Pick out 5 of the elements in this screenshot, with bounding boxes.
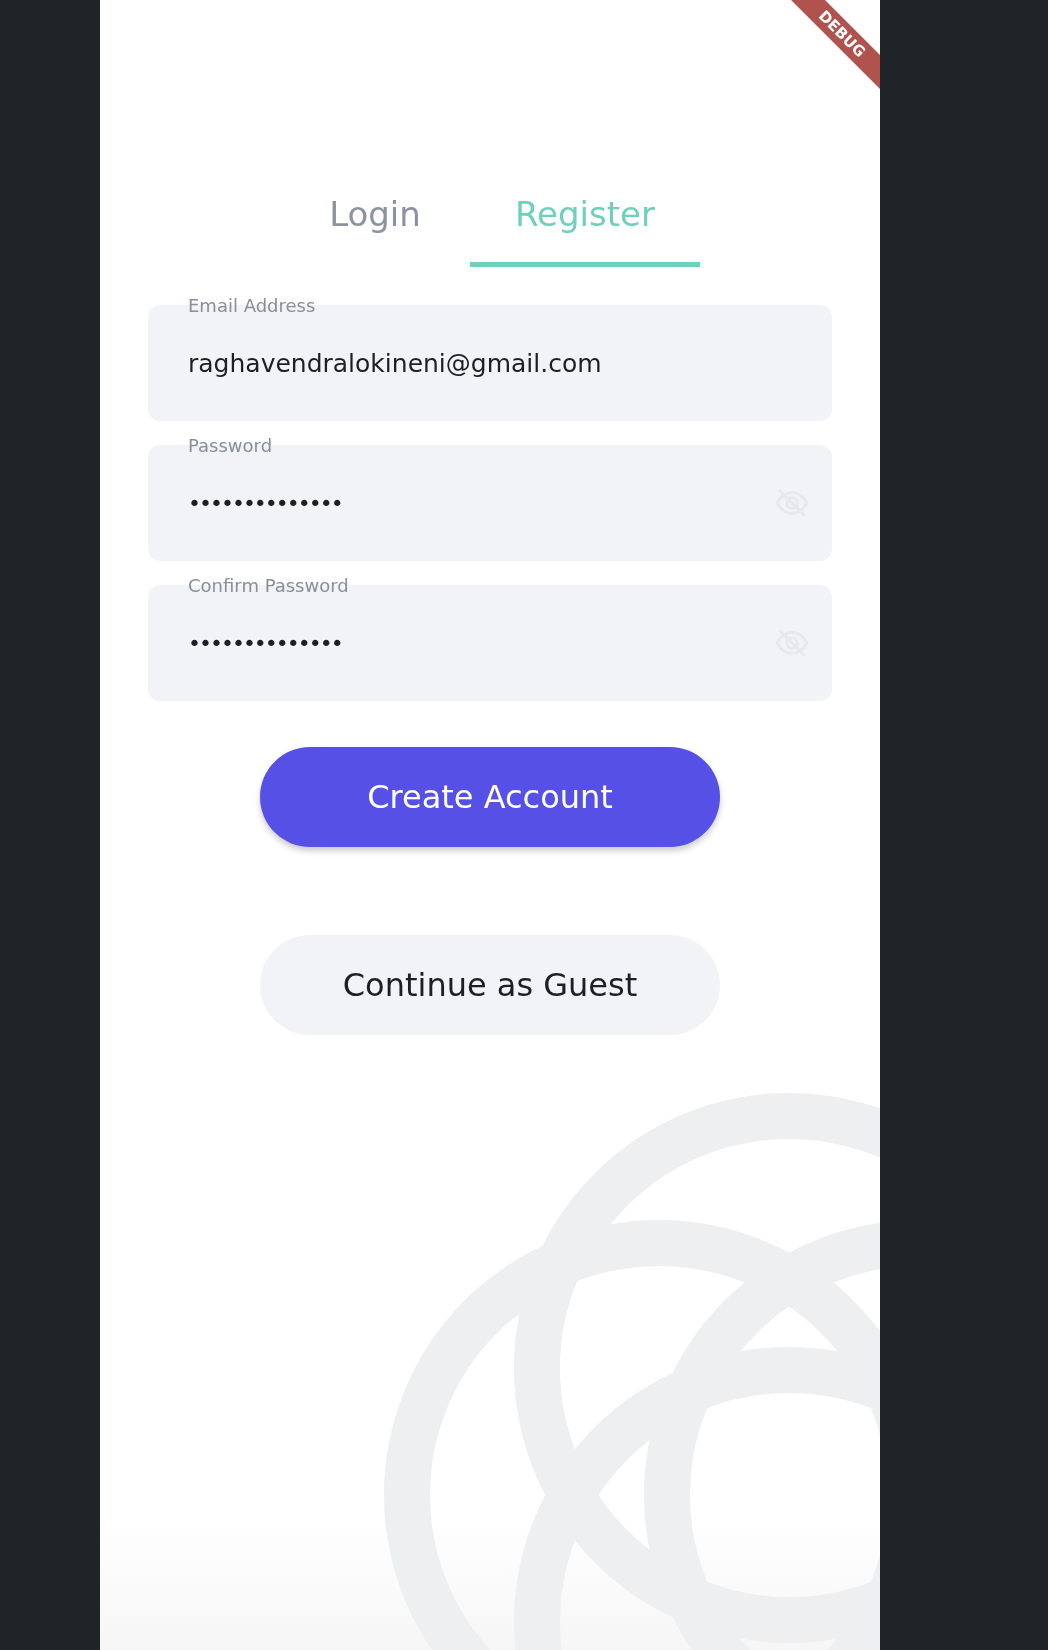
field-value: •••••••••••••• (188, 630, 342, 656)
field-value: •••••••••••••• (188, 490, 342, 516)
guest-button[interactable]: Continue as Guest (260, 935, 720, 1035)
field-value: raghavendralokineni@gmail.com (188, 348, 602, 378)
create-account-button[interactable]: Create Account (260, 747, 720, 847)
